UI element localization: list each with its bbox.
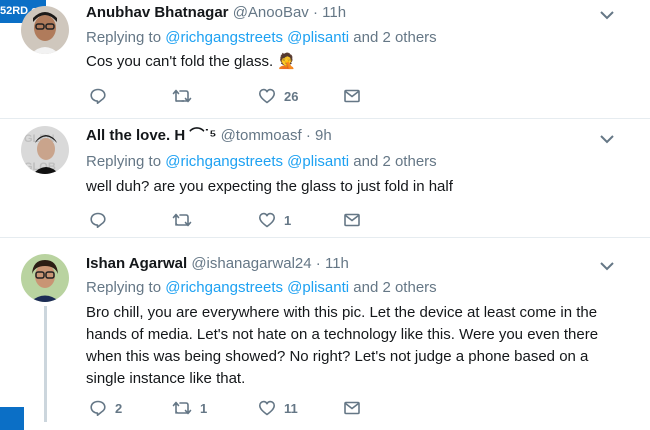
like-button[interactable]: 11 [258,399,298,417]
direct-message-button[interactable] [343,211,361,229]
replying-to: Replying to @richgangstreets @plisanti a… [86,278,437,298]
others-link[interactable]: and 2 others [353,279,436,296]
avatar[interactable] [21,6,69,54]
mention-link[interactable]: @richgangstreets [165,29,283,46]
avatar[interactable] [21,254,69,302]
timestamp[interactable]: 11h [325,255,349,272]
tweet-text: well duh? are you expecting the glass to… [86,178,453,195]
separator-dot: · [312,4,318,21]
retweet-icon [172,399,192,417]
like-button[interactable]: 1 [258,211,291,229]
separator-dot: · [315,255,321,272]
mention-link[interactable]: @plisanti [287,153,349,170]
direct-message-icon [343,87,361,105]
replying-to: Replying to @richgangstreets @plisanti a… [86,28,437,48]
retweet-button[interactable]: 1 [172,399,207,417]
user-handle[interactable]: @tommoasf [221,127,302,144]
tweet-header: All the love. H ⌒˙⁵ @tommoasf · 9h [86,126,332,146]
like-icon [258,87,276,105]
separator-dot: · [305,127,311,144]
timestamp[interactable]: 11h [322,4,346,21]
avatar[interactable]: GLEN GLOB [21,126,69,174]
retweet-icon [172,87,192,105]
direct-message-icon [343,211,361,229]
retweet-count: 1 [200,400,208,416]
direct-message-button[interactable] [343,399,361,417]
like-count: 1 [284,212,292,228]
thread-connector [44,306,47,422]
like-count: 26 [284,88,299,104]
like-count: 11 [284,400,298,416]
mention-link[interactable]: @richgangstreets [165,279,283,296]
timestamp[interactable]: 9h [315,127,332,144]
display-name[interactable]: All the love. H ⌒˙⁵ [86,127,216,144]
reply-icon [89,87,107,105]
tweet-text: Cos you can't fold the glass. 🤦 [86,53,296,70]
reply-button[interactable]: 2 [89,399,122,417]
mention-link[interactable]: @plisanti [287,279,349,296]
others-link[interactable]: and 2 others [353,29,436,46]
replying-prefix: Replying to [86,153,162,170]
replying-prefix: Replying to [86,279,162,296]
like-icon [258,211,276,229]
tweet-3[interactable]: Ishan Agarwal @ishanagarwal24 · 11h Repl… [0,238,650,430]
reply-count: 2 [115,400,123,416]
caret-down-icon[interactable] [598,259,616,277]
others-link[interactable]: and 2 others [353,153,436,170]
reply-button[interactable] [89,87,115,105]
tweet-text: Bro chill, you are everywhere with this … [86,304,599,387]
display-name[interactable]: Ishan Agarwal [86,255,187,272]
reply-icon [89,211,107,229]
like-button[interactable]: 26 [258,87,298,105]
tweet-header: Ishan Agarwal @ishanagarwal24 · 11h [86,254,349,274]
watermark-corner [0,407,24,430]
caret-down-icon[interactable] [598,8,616,26]
mention-link[interactable]: @plisanti [287,29,349,46]
tweet-1[interactable]: Anubhav Bhatnagar @AnooBav · 11h Replyin… [0,0,650,118]
tweet-header: Anubhav Bhatnagar @AnooBav · 11h [86,3,346,23]
replying-to: Replying to @richgangstreets @plisanti a… [86,152,437,172]
mention-link[interactable]: @richgangstreets [165,153,283,170]
replying-prefix: Replying to [86,29,162,46]
reply-button[interactable] [89,211,115,229]
user-handle[interactable]: @AnooBav [233,4,309,21]
like-icon [258,399,276,417]
display-name[interactable]: Anubhav Bhatnagar [86,4,229,21]
caret-down-icon[interactable] [598,132,616,150]
retweet-button[interactable] [172,87,200,105]
direct-message-icon [343,399,361,417]
retweet-icon [172,211,192,229]
user-handle[interactable]: @ishanagarwal24 [191,255,311,272]
retweet-button[interactable] [172,211,200,229]
tweet-2[interactable]: GLEN GLOB All the love. H ⌒˙⁵ @tommoasf … [0,119,650,237]
reply-icon [89,399,107,417]
direct-message-button[interactable] [343,87,361,105]
